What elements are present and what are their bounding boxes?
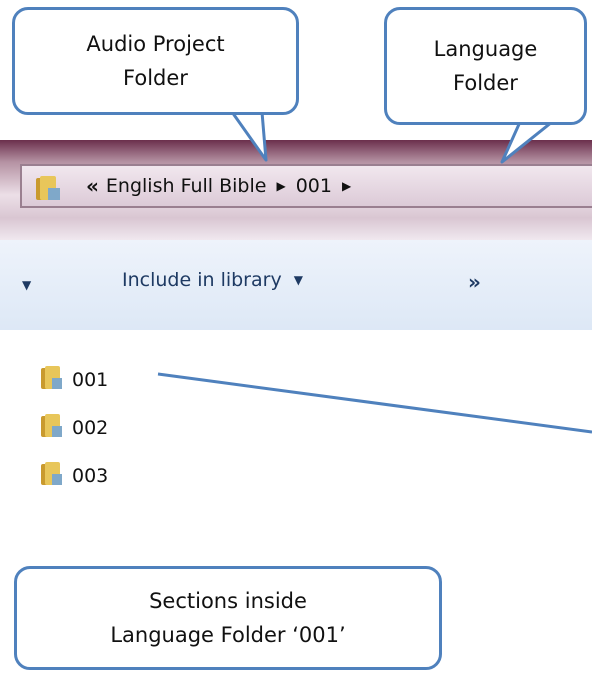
language-callout-tail: [500, 120, 554, 164]
sections-callout: Sections inside Language Folder ‘001’: [14, 566, 442, 670]
folder-001-pointer-line: [157, 372, 592, 434]
callout-line: Language Folder ‘001’: [110, 623, 346, 647]
audio-callout-tail: [230, 110, 268, 162]
audio-project-folder-callout: Audio Project Folder: [12, 7, 299, 115]
callout-line: Language: [433, 37, 538, 61]
callout-line: Folder: [453, 71, 518, 95]
callout-line: Folder: [123, 66, 188, 90]
language-folder-callout: Language Folder: [384, 7, 587, 125]
callout-line: Audio Project: [86, 32, 225, 56]
callout-line: Sections inside: [149, 589, 307, 613]
